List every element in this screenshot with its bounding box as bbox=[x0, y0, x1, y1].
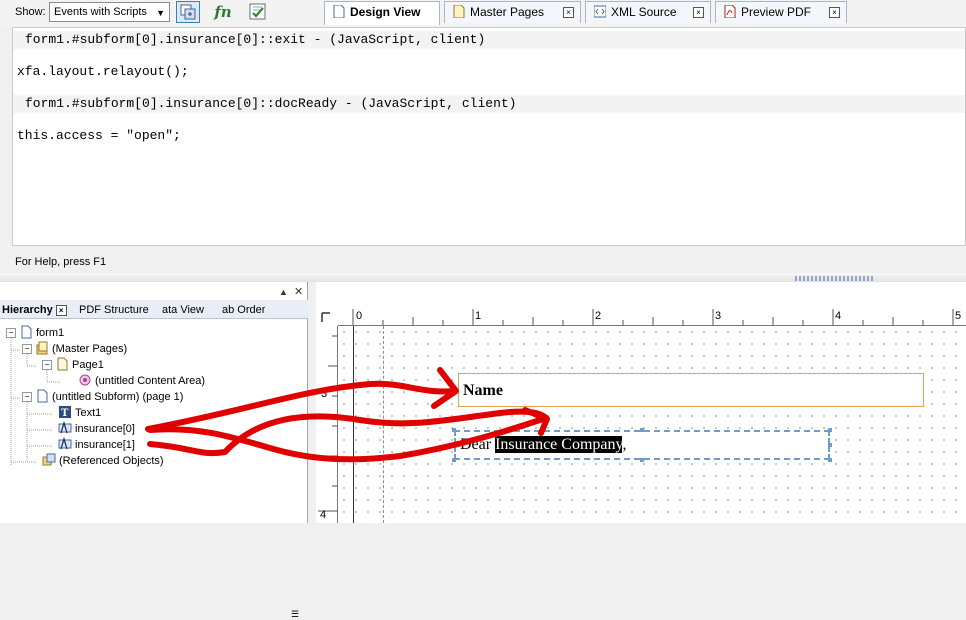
master-pages-icon bbox=[453, 5, 465, 18]
selection-handles[interactable] bbox=[452, 428, 832, 462]
tree-connector-lines bbox=[10, 338, 60, 466]
tab-xml-source[interactable]: XML Source × bbox=[585, 1, 711, 23]
tree-item-label: insurance[1] bbox=[75, 439, 135, 451]
guide-line bbox=[383, 326, 384, 523]
tab-preview-pdf[interactable]: Preview PDF × bbox=[715, 1, 847, 23]
events-with-scripts-icon bbox=[180, 4, 196, 20]
tree-item-label: (Referenced Objects) bbox=[59, 455, 164, 467]
close-icon[interactable]: × bbox=[55, 305, 67, 316]
ruler-label: 5 bbox=[955, 310, 962, 322]
tab-design-view-label: Design View bbox=[350, 5, 421, 19]
script-event-header: form1.#subform[0].insurance[0]::exit - (… bbox=[13, 31, 965, 49]
tree-item-label: (Master Pages) bbox=[52, 343, 128, 355]
close-icon[interactable]: × bbox=[829, 7, 840, 18]
tab-hierarchy-label: Hierarchy bbox=[2, 304, 53, 316]
script-editor[interactable]: form1.#subform[0].insurance[0]::exit - (… bbox=[12, 27, 966, 246]
tab-xml-source-label: XML Source bbox=[611, 5, 677, 19]
tree-item-label: Page1 bbox=[72, 359, 104, 371]
script-code-line[interactable]: this.access = "open"; bbox=[17, 127, 181, 145]
tab-hierarchy[interactable]: Hierarchy × bbox=[2, 302, 67, 318]
tree-item-label: (untitled Subform) (page 1) bbox=[52, 391, 184, 403]
check-script-syntax-button[interactable] bbox=[246, 1, 270, 23]
script-code-line[interactable]: xfa.layout.relayout(); bbox=[17, 63, 189, 81]
events-with-scripts-button[interactable] bbox=[176, 1, 200, 23]
ruler-label: 4 bbox=[320, 509, 327, 521]
svg-text:T: T bbox=[61, 408, 69, 419]
ruler-label: 4 bbox=[835, 310, 842, 322]
panel-minimize-icon[interactable]: ▲ bbox=[279, 287, 288, 297]
content-area-icon bbox=[79, 374, 91, 386]
tab-tab-order[interactable]: ab Order bbox=[222, 302, 265, 318]
ruler-label: 1 bbox=[475, 310, 482, 322]
panel-close-icon[interactable]: ✕ bbox=[294, 285, 303, 298]
script-event-header: form1.#subform[0].insurance[0]::docReady… bbox=[13, 95, 965, 113]
ruler-label: 2 bbox=[595, 310, 602, 322]
panel-menu-icon[interactable]: ☰ bbox=[291, 609, 299, 620]
text-field-icon bbox=[58, 421, 72, 434]
name-text-object[interactable]: Name bbox=[458, 373, 924, 407]
text-object-icon: T bbox=[59, 406, 71, 419]
tab-design-view[interactable]: Design View bbox=[324, 1, 440, 25]
pdf-icon bbox=[724, 5, 736, 18]
ruler-ticks bbox=[352, 309, 954, 325]
close-icon[interactable]: × bbox=[693, 7, 704, 18]
tab-master-pages[interactable]: Master Pages × bbox=[444, 1, 581, 23]
ruler-label: 0 bbox=[356, 310, 363, 322]
text-field-icon bbox=[58, 437, 72, 450]
show-label: Show: bbox=[15, 6, 46, 18]
splitter-grip[interactable] bbox=[795, 276, 875, 281]
tree-item-label: insurance[0] bbox=[75, 423, 135, 435]
ruler-corner-icon[interactable] bbox=[320, 311, 334, 323]
vertical-ruler: 3 4 bbox=[318, 326, 338, 523]
tab-data-view-label: ata View bbox=[162, 304, 204, 316]
status-bar: For Help, press F1 bbox=[15, 256, 107, 268]
horizontal-ruler: 0 1 2 3 4 5 bbox=[338, 309, 966, 326]
show-dropdown-value: Events with Scripts bbox=[54, 6, 147, 18]
name-text: Name bbox=[463, 382, 503, 399]
tab-preview-pdf-label: Preview PDF bbox=[741, 5, 812, 19]
check-script-syntax-icon bbox=[249, 3, 266, 20]
tab-tab-order-label: ab Order bbox=[222, 304, 266, 316]
ruler-label: 3 bbox=[715, 310, 722, 322]
tab-master-pages-label: Master Pages bbox=[470, 5, 545, 19]
design-canvas[interactable] bbox=[338, 326, 966, 523]
xml-source-icon bbox=[594, 5, 606, 18]
chevron-down-icon: ▼ bbox=[156, 8, 165, 18]
tab-data-view[interactable]: ata View bbox=[162, 302, 204, 318]
ruler-ticks bbox=[318, 335, 338, 512]
function-icon: fn bbox=[214, 3, 232, 21]
functions-button[interactable]: fn bbox=[211, 1, 235, 23]
page-margin-line bbox=[353, 326, 354, 523]
tree-item-label: Text1 bbox=[75, 407, 102, 419]
tab-pdf-structure[interactable]: PDF Structure bbox=[79, 302, 149, 318]
tab-pdf-structure-label: PDF Structure bbox=[79, 304, 149, 316]
show-dropdown[interactable]: Events with Scripts ▼ bbox=[49, 2, 170, 22]
page-icon bbox=[333, 5, 345, 18]
panel-tab-strip: Hierarchy × PDF Structure ata View ab Ord… bbox=[0, 300, 308, 619]
tree-item-label: (untitled Content Area) bbox=[95, 375, 206, 387]
close-icon[interactable]: × bbox=[563, 7, 574, 18]
ruler-label: 3 bbox=[321, 388, 328, 400]
